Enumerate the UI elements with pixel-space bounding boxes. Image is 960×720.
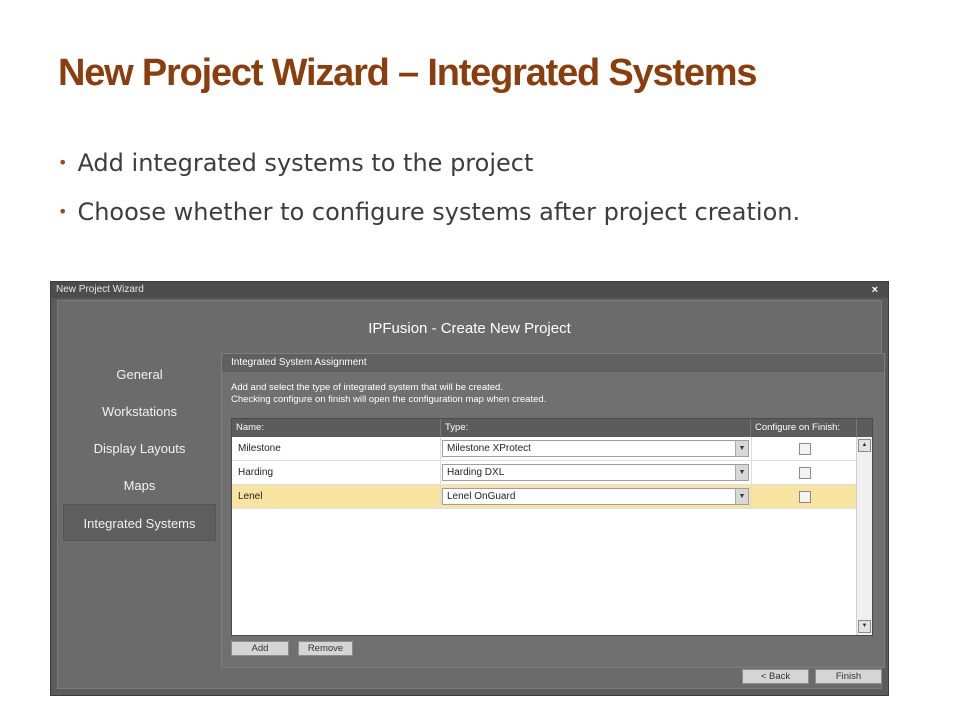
configure-checkbox[interactable]	[799, 491, 811, 503]
wizard-nav: General Workstations Display Layouts Map…	[63, 356, 216, 541]
systems-grid: Name: Type: Configure on Finish: Milesto…	[231, 418, 873, 636]
window-title: New Project Wizard	[56, 284, 144, 295]
wizard-body: IPFusion - Create New Project General Wo…	[57, 300, 885, 689]
grid-scrollbar[interactable]: ▲ ▼	[856, 437, 872, 635]
integrated-system-group: Integrated System Assignment Add and sel…	[221, 353, 885, 668]
close-icon[interactable]: ×	[872, 282, 878, 298]
column-header-configure[interactable]: Configure on Finish:	[751, 419, 857, 437]
grid-header: Name: Type: Configure on Finish:	[232, 419, 872, 437]
add-button[interactable]: Add	[231, 641, 289, 656]
chevron-down-icon[interactable]: ▼	[735, 489, 748, 504]
type-dropdown[interactable]: Harding DXL ▼	[442, 464, 749, 481]
configure-checkbox[interactable]	[799, 467, 811, 479]
bullet-item: • Choose whether to configure systems aft…	[58, 198, 801, 226]
row-name: Lenel	[238, 491, 263, 502]
bullet-icon: •	[58, 153, 68, 172]
slide-title: New Project Wizard – Integrated Systems	[58, 52, 758, 94]
column-header-name[interactable]: Name:	[232, 419, 441, 437]
group-title: Integrated System Assignment	[222, 354, 884, 372]
nav-item-display-layouts[interactable]: Display Layouts	[63, 430, 216, 467]
chevron-down-icon[interactable]: ▼	[735, 441, 748, 456]
wizard-window: New Project Wizard × IPFusion - Create N…	[50, 281, 889, 696]
finish-button[interactable]: Finish	[815, 669, 882, 684]
type-dropdown[interactable]: Lenel OnGuard ▼	[442, 488, 749, 505]
nav-item-workstations[interactable]: Workstations	[63, 393, 216, 430]
row-name: Milestone	[238, 443, 281, 454]
nav-item-general[interactable]: General	[63, 356, 216, 393]
chevron-down-icon[interactable]: ▼	[735, 465, 748, 480]
table-row[interactable]: Lenel Lenel OnGuard ▼	[232, 485, 856, 509]
scroll-down-icon[interactable]: ▼	[858, 620, 871, 633]
bullet-item: • Add integrated systems to the project	[58, 149, 534, 177]
scroll-up-icon[interactable]: ▲	[858, 439, 871, 452]
table-row[interactable]: Harding Harding DXL ▼	[232, 461, 856, 485]
nav-item-maps[interactable]: Maps	[63, 467, 216, 504]
column-header-type[interactable]: Type:	[441, 419, 751, 437]
bullet-list: • Add integrated systems to the project •…	[58, 140, 800, 238]
table-row[interactable]: Milestone Milestone XProtect ▼	[232, 437, 856, 461]
row-name: Harding	[238, 467, 274, 478]
remove-button[interactable]: Remove	[298, 641, 353, 656]
wizard-heading: IPFusion - Create New Project	[368, 320, 571, 337]
back-button[interactable]: < Back	[742, 669, 809, 684]
window-titlebar[interactable]: New Project Wizard ×	[51, 282, 888, 298]
group-description: Add and select the type of integrated sy…	[231, 382, 547, 405]
nav-item-integrated-systems[interactable]: Integrated Systems	[63, 504, 216, 541]
configure-checkbox[interactable]	[799, 443, 811, 455]
type-dropdown[interactable]: Milestone XProtect ▼	[442, 440, 749, 457]
bullet-icon: •	[58, 202, 68, 221]
